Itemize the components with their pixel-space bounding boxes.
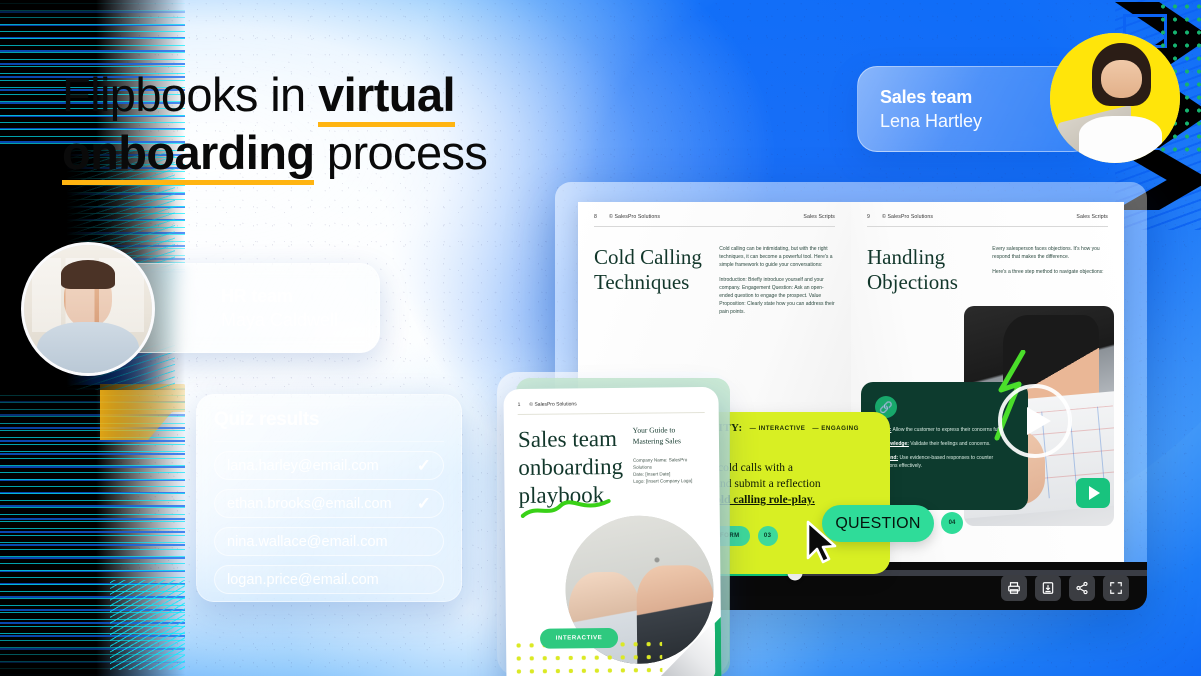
- quiz-result-row[interactable]: logan.price@email.com ✓: [214, 565, 444, 594]
- fullscreen-icon[interactable]: [1103, 575, 1129, 601]
- paragraph: Cold calling can be intimidating, but wi…: [719, 246, 833, 268]
- playbook-title-line: Sales team: [517, 425, 618, 452]
- mouse-cursor-pointer: [806, 520, 837, 564]
- glitch-shard-cyan: [110, 580, 185, 670]
- playbook-interactive-badge[interactable]: INTERACTIVE: [539, 627, 619, 649]
- page-number: 9: [867, 214, 870, 220]
- quiz-result-row[interactable]: ethan.brooks@email.com ✓: [214, 489, 444, 518]
- quiz-results-card: Quiz results lana.harley@email.com ✓ eth…: [196, 394, 462, 602]
- activity-tag-interactive: — INTERACTIVE: [749, 424, 806, 432]
- play-icon: [1026, 407, 1051, 435]
- headline-text-part: Flipbooks in: [62, 68, 319, 121]
- download-icon[interactable]: [1035, 575, 1061, 601]
- playbook-meta: Company Name: SalesPro Solutions Date: […: [633, 456, 706, 485]
- check-icon: ✓: [416, 494, 431, 513]
- paragraph: Introduction: Briefly introduce yourself…: [719, 277, 835, 315]
- page-body-right: Handling Objections Every salesperson fa…: [867, 245, 1108, 295]
- playbook-subtitle: Your Guide to Mastering Sales: [632, 425, 681, 446]
- print-icon[interactable]: [1001, 575, 1027, 601]
- copyright-text: © SalesPro Solutions: [529, 401, 577, 408]
- sales-team-person-name: Lena Hartley: [880, 110, 983, 131]
- playbook-main: Sales team onboarding playbook Your Guid…: [517, 424, 706, 518]
- headline-text-part: process: [314, 126, 488, 179]
- headline-emphasis-virtual: virtual: [318, 66, 456, 127]
- share-icon[interactable]: [1069, 575, 1095, 601]
- playbook-meta-line: Company Name: SalesPro Solutions: [632, 457, 688, 470]
- page-header-left: 8 © SalesPro Solutions Sales Scripts: [594, 214, 835, 227]
- headline-emphasis-onboarding: onboarding: [62, 124, 315, 185]
- activity-line: e cold calls with a: [710, 462, 794, 474]
- page-body-left: Cold Calling Techniques Cold calling can…: [594, 245, 835, 316]
- objection-item: Respond: Use evidence-based responses to…: [875, 454, 1014, 470]
- activity-tag-engaging: — ENGAGING: [812, 424, 859, 432]
- playbook-cover-preview[interactable]: 1 © SalesPro Solutions Sales team onboar…: [503, 386, 722, 676]
- section-label: Sales Scripts: [1076, 214, 1108, 220]
- sales-team-label: Sales team: [880, 86, 973, 107]
- copyright-text: © SalesPro Solutions: [609, 214, 661, 220]
- page-header-right: 9 © SalesPro Solutions Sales Scripts: [867, 214, 1108, 227]
- paragraph: Here's a three step method to navigate o…: [992, 269, 1104, 275]
- playbook-header: 1 © SalesPro Solutions: [517, 400, 705, 415]
- objection-desc: Validate their feelings and concerns.: [908, 441, 991, 447]
- avatar-photo: [1050, 33, 1180, 163]
- activity-line: ' and submit a reflection: [710, 478, 821, 490]
- activity-header: VITY: — INTERACTIVE — ENGAGING: [710, 422, 878, 434]
- poster-canvas: Flipbooks in virtual onboarding process …: [0, 0, 1201, 676]
- activity-badge[interactable]: 03: [757, 526, 778, 546]
- toolbar-actions: [1001, 575, 1129, 601]
- avatar-hr: [21, 242, 155, 376]
- hr-team-label: HR team: [221, 285, 293, 306]
- check-icon: ✓: [416, 456, 431, 475]
- page-number: 1: [517, 401, 521, 408]
- sales-team-card-text: Sales team Lena Hartley: [880, 87, 982, 132]
- quiz-result-email: lana.harley@email.com: [227, 457, 379, 474]
- avatar-hair: [1091, 43, 1152, 106]
- sales-team-card[interactable]: Sales team Lena Hartley: [857, 33, 1180, 163]
- page-number: 8: [594, 214, 597, 220]
- quiz-result-email: ethan.brooks@email.com: [227, 495, 392, 512]
- avatar-shirt: [1078, 116, 1162, 163]
- page-title: Flipbooks in virtual onboarding process: [62, 66, 622, 185]
- quiz-result-email: nina.wallace@email.com: [227, 533, 388, 550]
- copyright-text: © SalesPro Solutions: [882, 214, 934, 220]
- play-icon: [1089, 486, 1100, 500]
- quiz-result-row[interactable]: nina.wallace@email.com ✓: [214, 527, 444, 556]
- page-paragraphs: Every salesperson faces objections. It's…: [992, 245, 1108, 295]
- activity-body: e cold calls with a ' and submit a refle…: [710, 460, 878, 508]
- hr-team-card[interactable]: HR team Maya Caldwell: [21, 242, 380, 376]
- glitch-shard-yellow: [100, 384, 185, 440]
- question-badge[interactable]: 04: [941, 512, 963, 534]
- avatar-body: [36, 321, 140, 373]
- quiz-results-title: Quiz results: [214, 409, 444, 442]
- video-play-button[interactable]: [998, 384, 1072, 458]
- hr-team-card-text: HR team Maya Caldwell: [221, 286, 338, 331]
- playbook-title-line: onboarding: [518, 453, 624, 480]
- quiz-result-row[interactable]: lana.harley@email.com ✓: [214, 451, 444, 480]
- section-label: Sales Scripts: [803, 214, 835, 220]
- playbook-title: Sales team onboarding playbook: [517, 425, 624, 518]
- avatar-photo: [24, 245, 152, 373]
- activity-yellow-card: VITY: — INTERACTIVE — ENGAGING e cold ca…: [710, 412, 890, 574]
- paragraph: Every salesperson faces objections. It's…: [992, 246, 1100, 260]
- quiz-result-email: logan.price@email.com: [227, 571, 379, 588]
- avatar-sales: [1050, 33, 1180, 163]
- page-heading: Handling Objections: [867, 245, 958, 294]
- objection-desc: Allow the customer to express their conc…: [891, 427, 1004, 433]
- page-heading: Cold Calling Techniques: [594, 245, 702, 294]
- page-paragraphs: Cold calling can be intimidating, but wi…: [719, 245, 835, 316]
- green-play-button[interactable]: [1076, 478, 1110, 508]
- avatar-background-papers: [31, 257, 145, 333]
- hr-team-person-name: Maya Caldwell: [221, 309, 339, 330]
- playbook-subtitle-block: Your Guide to Mastering Sales Company Na…: [633, 424, 706, 509]
- playbook-meta-line: Logo: [Insert Company Logo]: [633, 478, 693, 484]
